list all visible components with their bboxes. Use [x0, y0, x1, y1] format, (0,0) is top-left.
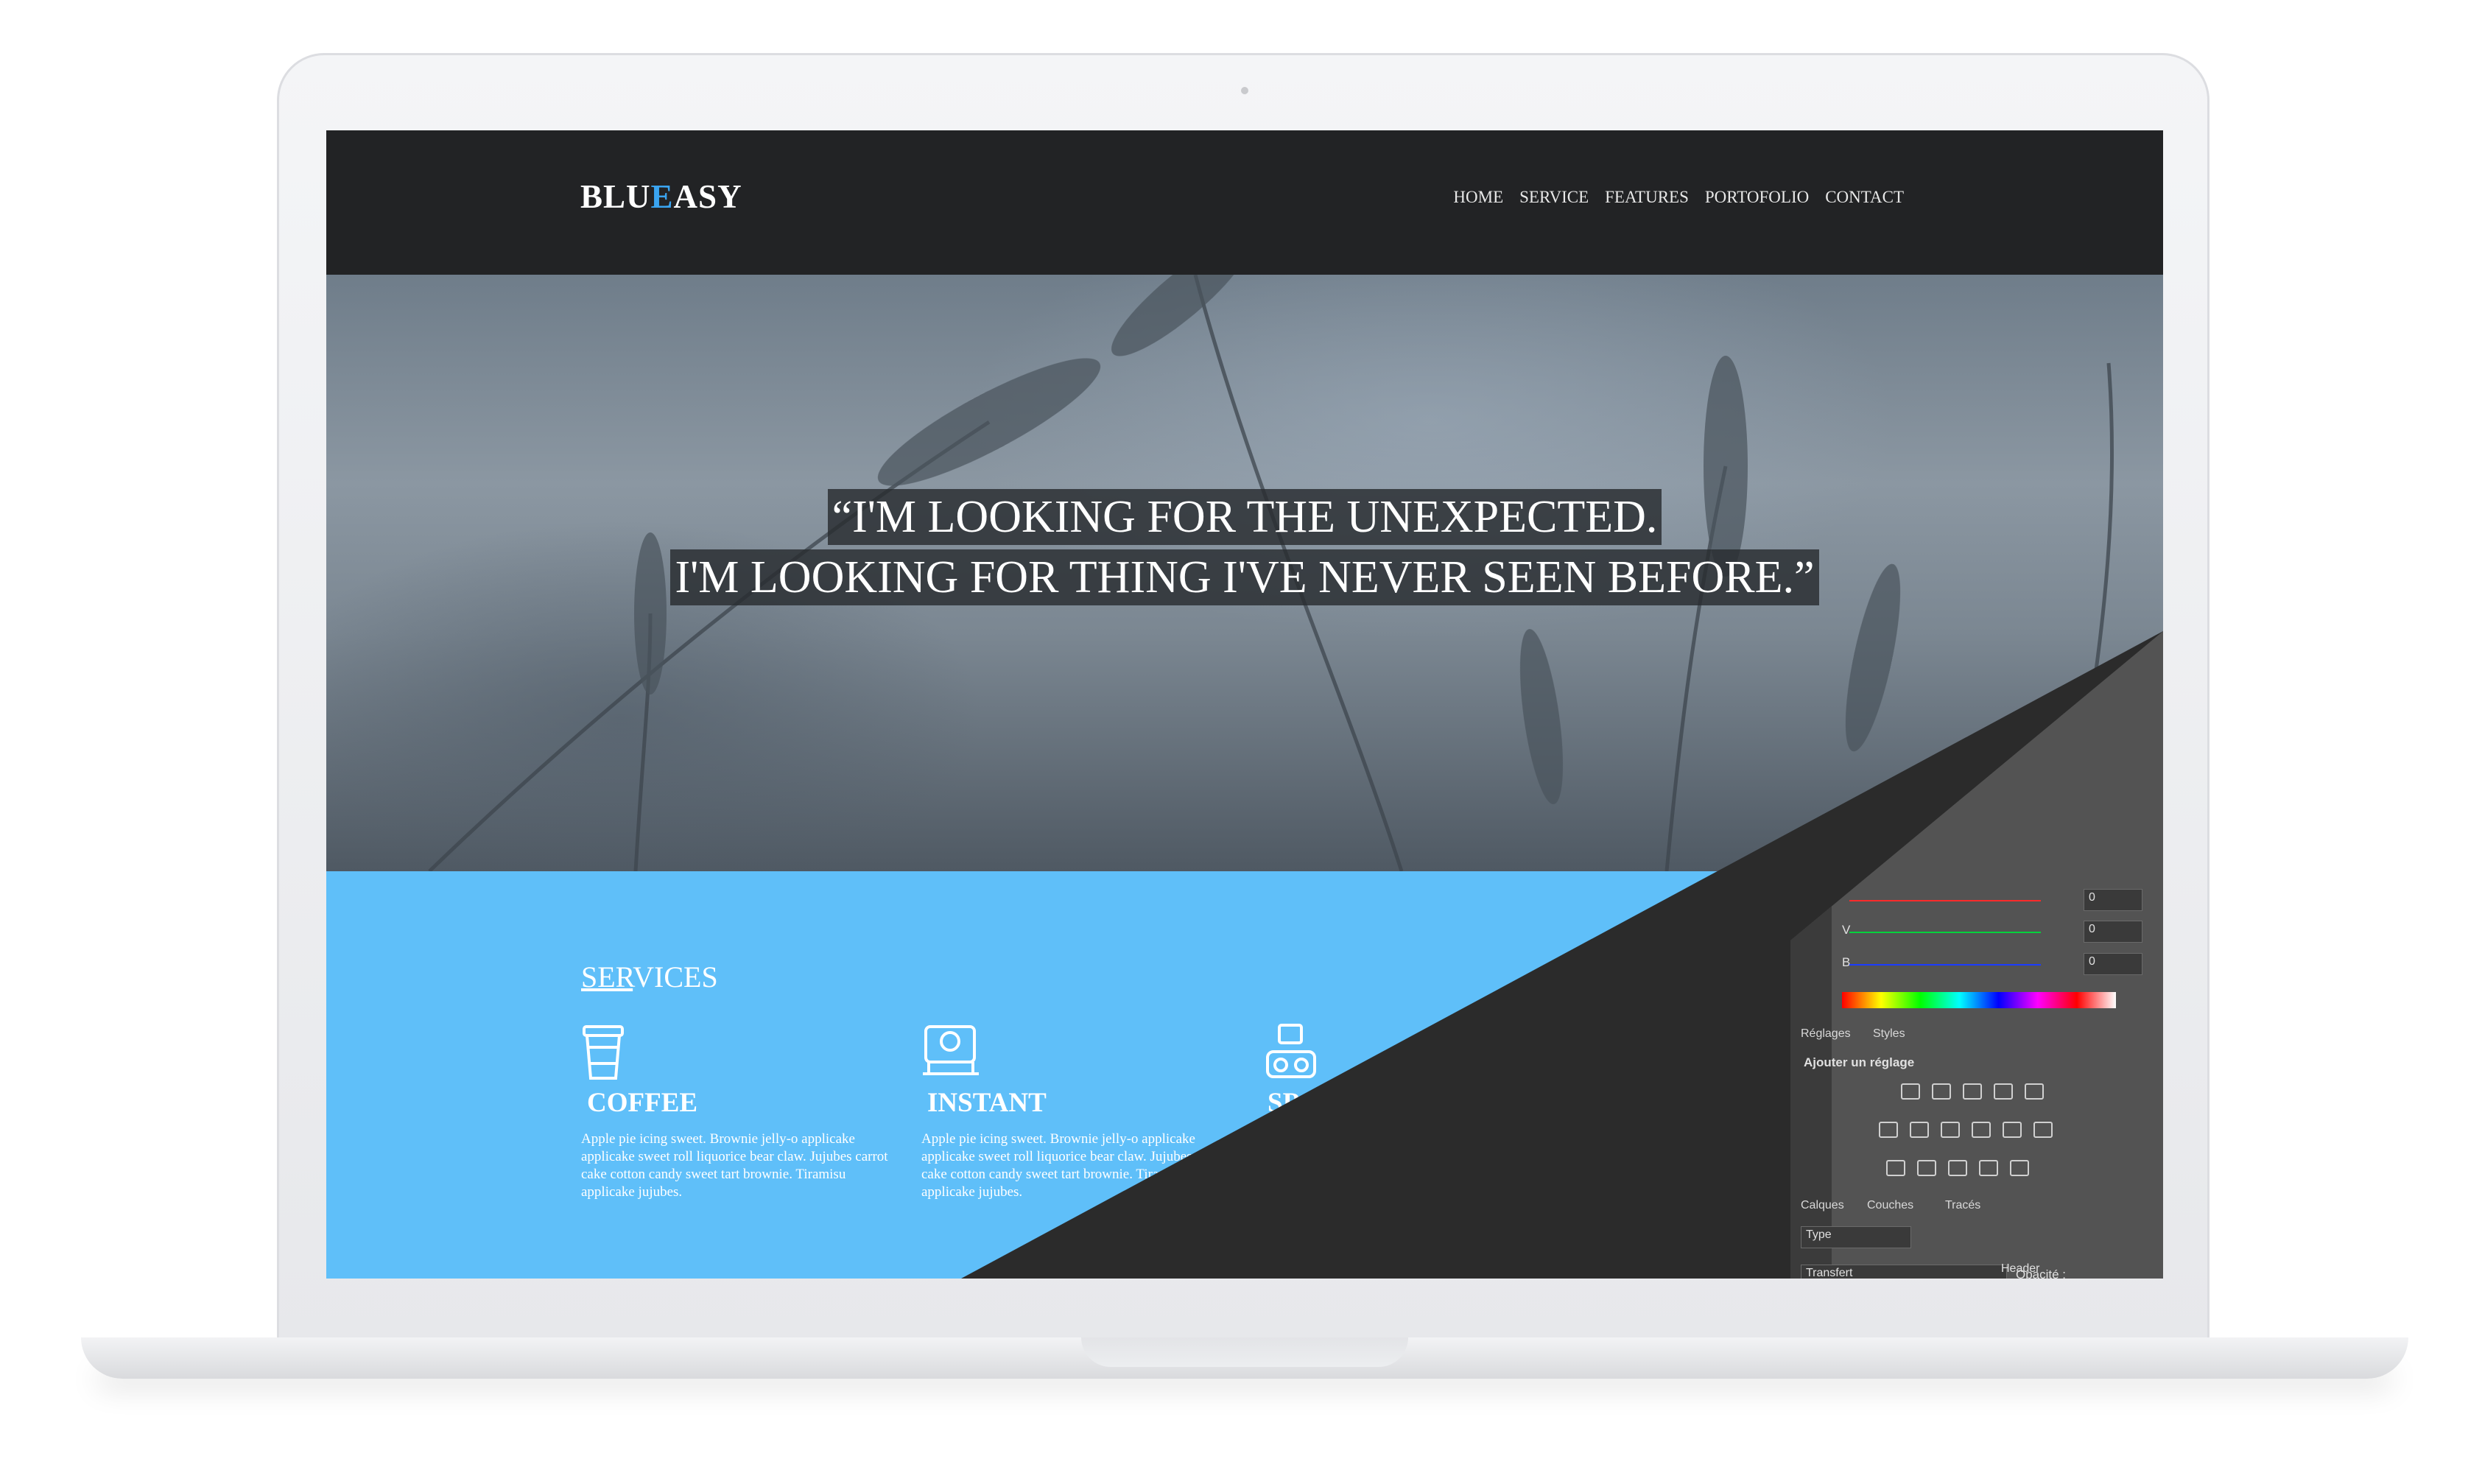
coffee-cup-icon: [583, 1025, 624, 1080]
tab-styles[interactable]: Styles: [1873, 1027, 1905, 1041]
exposure-icon[interactable]: [1994, 1083, 2013, 1100]
color-spectrum-bar[interactable]: [1842, 992, 2116, 1008]
nav-service-link[interactable]: SERVICE: [1519, 188, 1589, 207]
screen: BLUEASY HOME SERVICE FEATURES PORTOFOLIO…: [326, 130, 2163, 1279]
camera-dot: [1241, 87, 1248, 94]
service-description: Apple pie icing sweet. Brownie jelly-o a…: [921, 1131, 1228, 1200]
gradient-map-icon[interactable]: [1979, 1160, 1998, 1176]
blue-slider[interactable]: [1849, 964, 2041, 966]
speaker-icon: [1266, 1024, 1316, 1078]
tab-adjustments[interactable]: Réglages: [1801, 1027, 1851, 1041]
site-logo[interactable]: BLUEASY: [580, 177, 742, 216]
service-coffee: COFFEE Apple pie icing sweet. Brownie je…: [581, 1022, 890, 1201]
blend-mode-select[interactable]: Transfert: [1801, 1265, 2007, 1279]
color-balance-icon[interactable]: [1910, 1122, 1929, 1138]
tab-paths[interactable]: Tracés: [1945, 1199, 1980, 1212]
nav-menu: HOME SERVICE FEATURES PORTOFOLIO CONTACT: [1453, 188, 1904, 207]
red-value-field[interactable]: 0: [2084, 889, 2142, 911]
curves-icon[interactable]: [1963, 1083, 1982, 1100]
selective-color-icon[interactable]: [2010, 1160, 2029, 1176]
layer-name: Header: [2001, 1262, 2040, 1275]
green-slider[interactable]: [1849, 932, 2041, 933]
hero-section: “I'M LOOKING FOR THE UNEXPECTED. I'M LOO…: [326, 275, 2163, 871]
logo-accent: E: [650, 178, 674, 215]
invert-icon[interactable]: [1886, 1160, 1905, 1176]
service-instant: INSTANT Apple pie icing sweet. Brownie j…: [921, 1022, 1231, 1201]
color-lookup-icon[interactable]: [2033, 1122, 2053, 1138]
add-adjustment-label: Ajouter un réglage: [1804, 1055, 1915, 1069]
tab-channels[interactable]: Couches: [1867, 1199, 1913, 1212]
service-title: INSTANT: [927, 1088, 1047, 1118]
laptop-notch: [1081, 1337, 1408, 1367]
quote-line-1: “I'M LOOKING FOR THE UNEXPECTED.: [827, 489, 1662, 545]
nav-portfolio-link[interactable]: PORTOFOLIO: [1705, 188, 1809, 207]
nav-home-link[interactable]: HOME: [1453, 188, 1503, 207]
hue-saturation-icon[interactable]: [1879, 1122, 1898, 1138]
service-title: SP: [1268, 1088, 1300, 1118]
service-description: Apple pie icing sweet. Brownie jelly-o a…: [581, 1131, 888, 1200]
quote-line-2: I'M LOOKING FOR THING I'VE NEVER SEEN BE…: [670, 549, 1819, 605]
black-white-icon[interactable]: [1941, 1122, 1960, 1138]
blue-channel-label: B: [1842, 955, 1851, 969]
logo-text-end: ASY: [673, 178, 742, 215]
photo-filter-icon[interactable]: [1972, 1122, 1991, 1138]
channel-mixer-icon[interactable]: [2003, 1122, 2022, 1138]
brightness-icon[interactable]: [1901, 1083, 1920, 1100]
layer-filter-select[interactable]: Type: [1801, 1226, 1911, 1248]
vibrance-icon[interactable]: [2025, 1083, 2044, 1100]
service-title: COFFEE: [587, 1088, 698, 1118]
services-heading: SERVICES: [581, 960, 718, 994]
threshold-icon[interactable]: [1948, 1160, 1967, 1176]
services-heading-rest: VICES: [633, 960, 718, 994]
blue-value-field[interactable]: 0: [2084, 953, 2142, 975]
green-channel-label: V: [1842, 923, 1851, 937]
tab-layers[interactable]: Calques: [1801, 1199, 1844, 1212]
service-third: SP: [1262, 1022, 1571, 1119]
logo-text: BLU: [580, 178, 651, 215]
navbar: BLUEASY HOME SERVICE FEATURES PORTOFOLIO…: [326, 130, 2163, 275]
red-slider[interactable]: [1849, 900, 2041, 901]
layer-row-header[interactable]: Header: [2001, 1262, 2163, 1279]
nav-contact-link[interactable]: CONTACT: [1825, 188, 1904, 207]
hero-quote: “I'M LOOKING FOR THE UNEXPECTED. I'M LOO…: [326, 487, 2163, 608]
posterize-icon[interactable]: [1917, 1160, 1936, 1176]
green-value-field[interactable]: 0: [2084, 921, 2142, 943]
instant-camera-icon: [923, 1025, 979, 1075]
nav-features-link[interactable]: FEATURES: [1605, 188, 1689, 207]
services-heading-underlined: SER: [581, 960, 633, 994]
levels-icon[interactable]: [1932, 1083, 1951, 1100]
